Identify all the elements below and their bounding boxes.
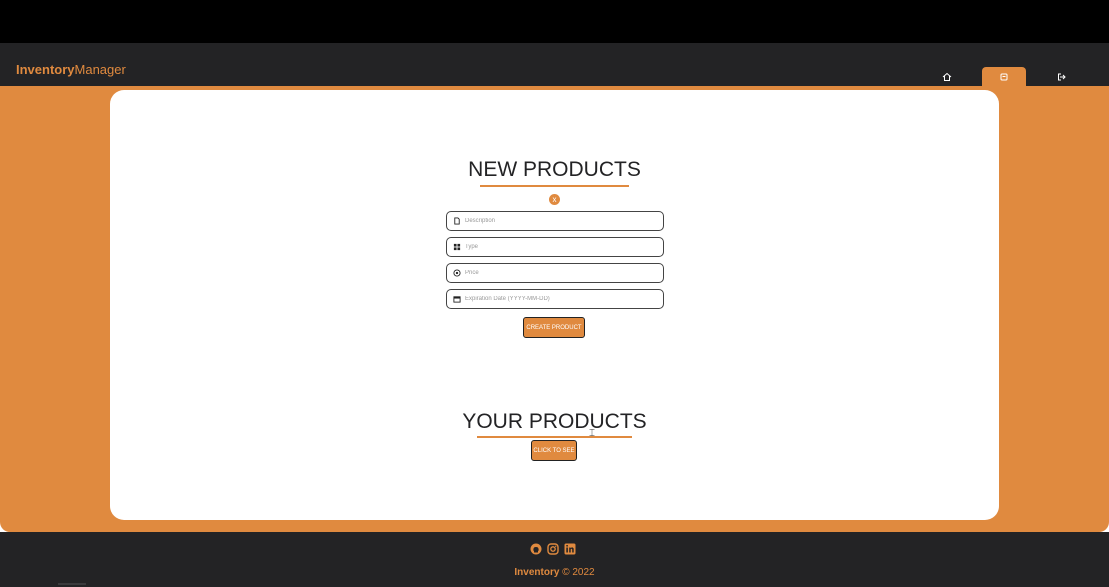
home-icon bbox=[942, 72, 952, 81]
product-icon bbox=[1000, 73, 1008, 81]
nav-logout-button[interactable] bbox=[1039, 67, 1083, 87]
document-icon bbox=[452, 217, 461, 226]
expiration-date-field[interactable] bbox=[446, 289, 664, 309]
copyright-brand: Inventory bbox=[514, 567, 560, 578]
copyright-year: © 2022 bbox=[559, 567, 595, 578]
price-input[interactable] bbox=[465, 270, 660, 276]
create-product-button[interactable]: CREATE PRODUCT bbox=[523, 317, 585, 338]
description-input[interactable] bbox=[465, 218, 660, 224]
browser-top-bar bbox=[0, 0, 1109, 43]
nav-products-button[interactable] bbox=[982, 67, 1026, 87]
logout-icon bbox=[1058, 73, 1066, 81]
click-to-see-button[interactable]: CLICK TO SEE bbox=[531, 440, 577, 461]
new-products-title: NEW PRODUCTS bbox=[468, 158, 641, 181]
your-products-title: YOUR PRODUCTS bbox=[462, 410, 647, 433]
instagram-icon[interactable] bbox=[547, 543, 559, 555]
text-cursor-icon: ⌶ bbox=[589, 428, 595, 439]
price-icon bbox=[452, 269, 461, 278]
grid-icon bbox=[452, 243, 461, 252]
copyright-text: Inventory © 2022 bbox=[0, 567, 1109, 578]
content-card: NEW PRODUCTS x CREATE bbox=[110, 90, 999, 520]
expiration-date-input[interactable] bbox=[465, 296, 660, 302]
price-field[interactable] bbox=[446, 263, 664, 283]
type-field[interactable] bbox=[446, 237, 664, 257]
description-field[interactable] bbox=[446, 211, 664, 231]
type-input[interactable] bbox=[465, 244, 660, 250]
main-stage: NEW PRODUCTS x CREATE bbox=[0, 86, 1109, 532]
footer: Inventory © 2022 bbox=[0, 532, 1109, 587]
linkedin-icon[interactable] bbox=[564, 543, 576, 555]
brand-bold: Inventory bbox=[16, 62, 75, 77]
form-status-dot: x bbox=[549, 194, 560, 205]
title-underline bbox=[480, 185, 629, 187]
calendar-icon bbox=[452, 295, 461, 304]
footer-divider bbox=[58, 583, 86, 585]
title-underline bbox=[477, 436, 632, 438]
brand-logo[interactable]: InventoryManager bbox=[16, 62, 126, 77]
github-icon[interactable] bbox=[530, 543, 542, 555]
brand-light: Manager bbox=[74, 62, 126, 77]
navbar: InventoryManager bbox=[0, 43, 1109, 87]
nav-home-button[interactable] bbox=[925, 67, 969, 87]
social-links bbox=[530, 543, 576, 555]
